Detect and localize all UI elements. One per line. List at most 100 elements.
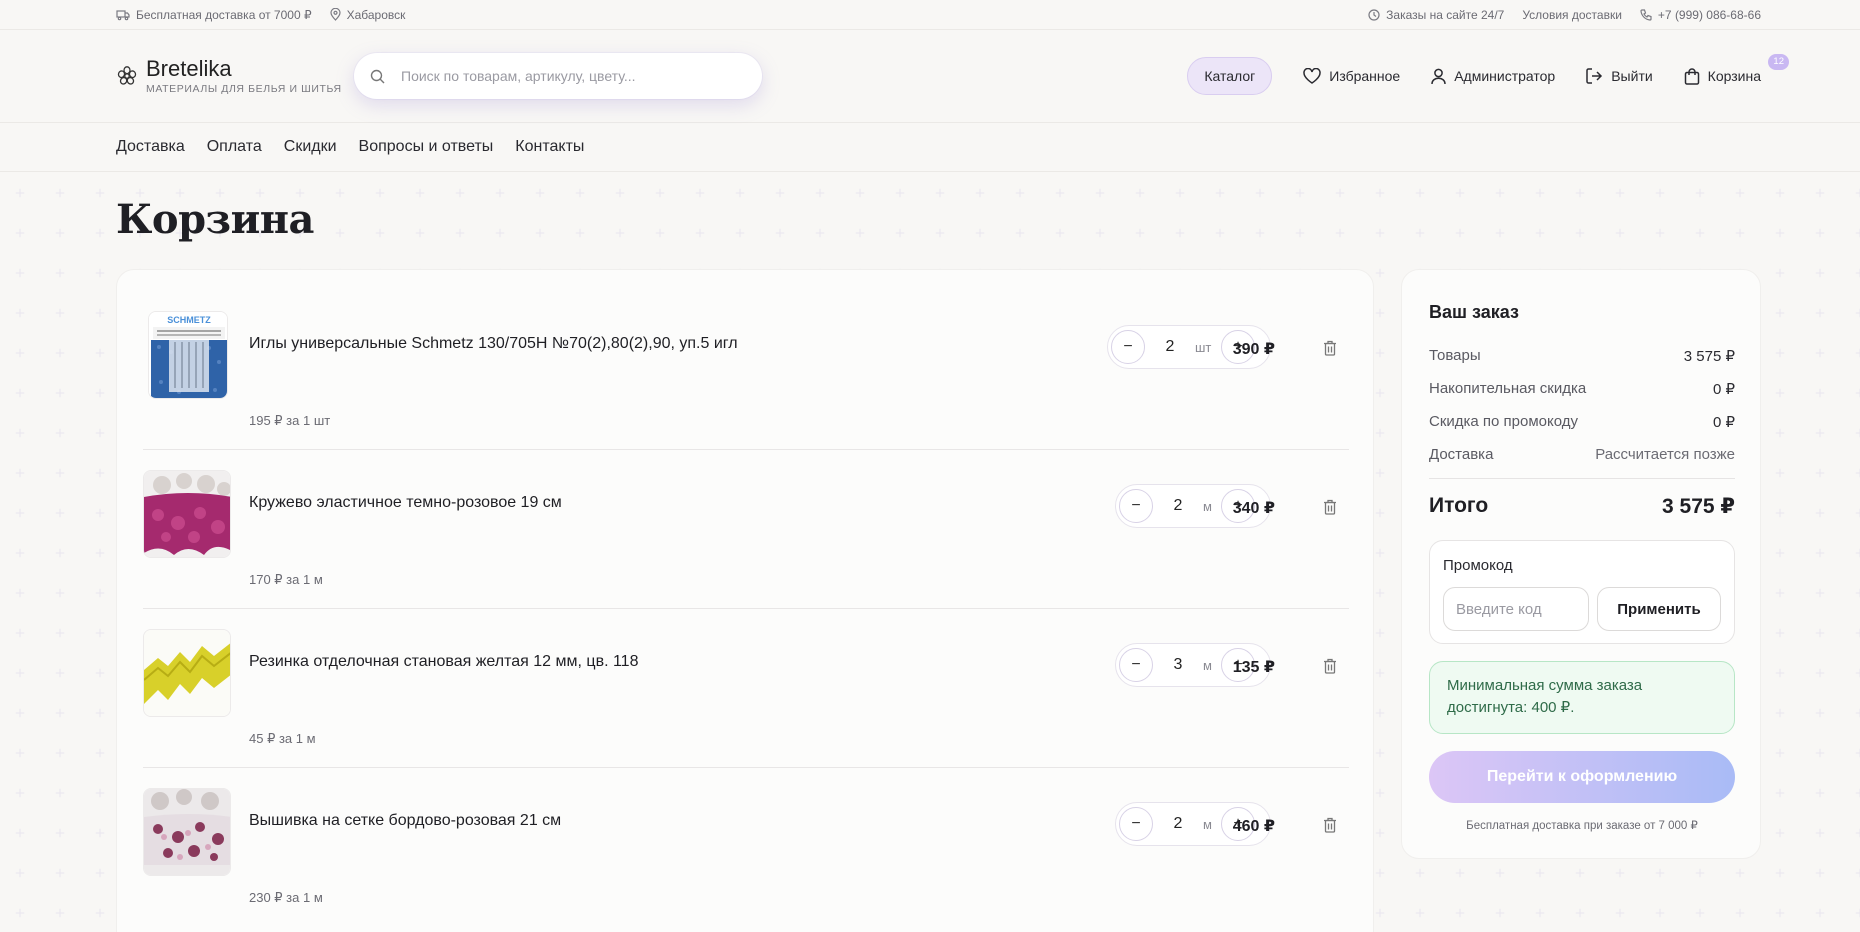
logout-link[interactable]: Выйти bbox=[1586, 68, 1653, 84]
decrease-button[interactable]: − bbox=[1119, 807, 1153, 841]
thumb-brand-text: SCHMETZ bbox=[167, 315, 211, 325]
menu-item-discounts[interactable]: Скидки bbox=[284, 138, 337, 156]
promo-box: Промокод Применить bbox=[1429, 540, 1735, 644]
cart-link[interactable]: Корзина 12 bbox=[1684, 53, 1789, 85]
logout-label: Выйти bbox=[1611, 68, 1653, 84]
free-shipping-info: Бесплатная доставка от 7000 ₽ bbox=[116, 8, 312, 22]
quantity-value[interactable]: 3 bbox=[1153, 656, 1203, 674]
free-delivery-note: Бесплатная доставка при заказе от 7 000 … bbox=[1466, 820, 1698, 832]
menu-item-faq[interactable]: Вопросы и ответы bbox=[359, 138, 494, 156]
quantity-unit: м bbox=[1203, 498, 1212, 514]
cart-item: Вышивка на сетке бордово-розовая 21 см 2… bbox=[143, 768, 1349, 927]
user-icon bbox=[1431, 68, 1446, 85]
brand-tagline: МАТЕРИАЛЫ ДЛЯ БЕЛЬЯ И ШИТЬЯ bbox=[146, 83, 342, 95]
free-shipping-text: Бесплатная доставка от 7000 ₽ bbox=[136, 7, 312, 22]
cart-label: Корзина bbox=[1707, 68, 1761, 84]
catalog-button[interactable]: Каталог bbox=[1187, 57, 1273, 95]
main-menu: Доставка Оплата Скидки Вопросы и ответы … bbox=[0, 123, 1860, 172]
total-value: 3 575 ₽ bbox=[1662, 495, 1735, 518]
cart-count-badge: 12 bbox=[1768, 53, 1789, 70]
promo-code-input[interactable] bbox=[1443, 587, 1589, 631]
delivery-terms-link[interactable]: Условия доставки bbox=[1522, 8, 1622, 22]
flower-icon bbox=[116, 65, 138, 87]
unit-price: 45 ₽ за 1 м bbox=[249, 731, 316, 746]
heart-icon bbox=[1303, 68, 1321, 84]
menu-item-payment[interactable]: Оплата bbox=[207, 138, 262, 156]
unit-price: 170 ₽ за 1 м bbox=[249, 572, 323, 587]
line-total: 340 ₽ bbox=[1232, 500, 1275, 517]
summary-divider bbox=[1429, 478, 1735, 479]
summary-title: Ваш заказ bbox=[1429, 302, 1519, 322]
product-image-needles[interactable]: SCHMETZ bbox=[148, 311, 228, 399]
min-order-notice: Минимальная сумма заказа достигнута: 400… bbox=[1429, 661, 1735, 734]
trash-icon[interactable] bbox=[1323, 817, 1337, 833]
admin-link[interactable]: Администратор bbox=[1431, 68, 1555, 85]
summary-row-promo-discount: Скидка по промокоду 0 ₽ bbox=[1429, 413, 1735, 431]
line-total: 135 ₽ bbox=[1232, 659, 1275, 676]
decrease-button[interactable]: − bbox=[1119, 489, 1153, 523]
checkout-button[interactable]: Перейти к оформлению bbox=[1429, 751, 1735, 803]
product-name[interactable]: Резинка отделочная становая желтая 12 мм… bbox=[249, 653, 638, 671]
city-selector[interactable]: Хабаровск bbox=[330, 7, 406, 22]
admin-label: Администратор bbox=[1454, 68, 1556, 84]
brand-name: Bretelika bbox=[146, 56, 232, 81]
decrease-button[interactable]: − bbox=[1111, 330, 1145, 364]
search-box[interactable] bbox=[354, 53, 762, 99]
favorites-link[interactable]: Избранное bbox=[1303, 68, 1400, 84]
search-icon bbox=[370, 69, 385, 84]
summary-value: 3 575 ₽ bbox=[1683, 348, 1735, 365]
summary-row-delivery: Доставка Рассчитается позже bbox=[1429, 446, 1735, 463]
phone-link[interactable]: +7 (999) 086-68-66 bbox=[1640, 8, 1761, 22]
quantity-unit: м bbox=[1203, 816, 1212, 832]
truck-icon bbox=[116, 9, 130, 21]
summary-label: Товары bbox=[1429, 347, 1481, 364]
summary-value: Рассчитается позже bbox=[1595, 446, 1735, 463]
summary-label: Скидка по промокоду bbox=[1429, 413, 1579, 430]
phone-text: +7 (999) 086-68-66 bbox=[1657, 7, 1761, 22]
total-label: Итого bbox=[1429, 494, 1489, 517]
quantity-value[interactable]: 2 bbox=[1153, 815, 1203, 833]
product-image-lace[interactable] bbox=[143, 470, 231, 558]
cart-item: Кружево эластичное темно-розовое 19 см 1… bbox=[143, 450, 1349, 609]
site-header: Bretelika МАТЕРИАЛЫ ДЛЯ БЕЛЬЯ И ШИТЬЯ Ка… bbox=[0, 30, 1860, 123]
clock-icon bbox=[1368, 8, 1380, 21]
summary-total: Итого 3 575 ₽ bbox=[1429, 494, 1735, 519]
quantity-unit: шт bbox=[1195, 339, 1212, 355]
summary-label: Доставка bbox=[1429, 446, 1494, 463]
product-image-embroidery[interactable] bbox=[143, 788, 231, 876]
cart-item: SCHMETZ Иглы универсальные Schmetz 130/7… bbox=[143, 291, 1349, 450]
orders-info: Заказы на сайте 24/7 bbox=[1368, 8, 1504, 22]
product-name[interactable]: Иглы универсальные Schmetz 130/705H №70(… bbox=[249, 335, 738, 353]
unit-price: 230 ₽ за 1 м bbox=[249, 890, 323, 905]
location-pin-icon bbox=[330, 8, 341, 21]
line-total: 390 ₽ bbox=[1232, 341, 1275, 358]
cart-items-panel: SCHMETZ Иглы универсальные Schmetz 130/7… bbox=[116, 269, 1374, 932]
summary-label: Накопительная скидка bbox=[1429, 380, 1587, 397]
trash-icon[interactable] bbox=[1323, 658, 1337, 674]
shopping-bag-icon bbox=[1684, 67, 1700, 85]
unit-price: 195 ₽ за 1 шт bbox=[249, 413, 331, 428]
quantity-value[interactable]: 2 bbox=[1153, 497, 1203, 515]
top-bar: Бесплатная доставка от 7000 ₽ Хабаровск … bbox=[0, 0, 1860, 30]
product-name[interactable]: Вышивка на сетке бордово-розовая 21 см bbox=[249, 812, 561, 830]
page-title: Корзина bbox=[116, 196, 314, 243]
product-name[interactable]: Кружево эластичное темно-розовое 19 см bbox=[249, 494, 562, 512]
search-input[interactable] bbox=[401, 68, 746, 84]
cart-item: Резинка отделочная становая желтая 12 мм… bbox=[143, 609, 1349, 768]
summary-row-goods: Товары 3 575 ₽ bbox=[1429, 347, 1735, 365]
menu-item-delivery[interactable]: Доставка bbox=[116, 138, 185, 156]
decrease-button[interactable]: − bbox=[1119, 648, 1153, 682]
quantity-value[interactable]: 2 bbox=[1145, 338, 1195, 356]
quantity-unit: м bbox=[1203, 657, 1212, 673]
order-summary: Ваш заказ Товары 3 575 ₽ Накопительная с… bbox=[1401, 269, 1761, 859]
orders-text: Заказы на сайте 24/7 bbox=[1386, 7, 1505, 22]
menu-item-contacts[interactable]: Контакты bbox=[515, 138, 584, 156]
city-text: Хабаровск bbox=[346, 7, 406, 22]
line-total: 460 ₽ bbox=[1232, 818, 1275, 835]
trash-icon[interactable] bbox=[1323, 340, 1337, 356]
trash-icon[interactable] bbox=[1323, 499, 1337, 515]
product-image-elastic[interactable] bbox=[143, 629, 231, 717]
apply-promo-button[interactable]: Применить bbox=[1597, 587, 1721, 631]
logo[interactable]: Bretelika МАТЕРИАЛЫ ДЛЯ БЕЛЬЯ И ШИТЬЯ bbox=[116, 57, 354, 95]
favorites-label: Избранное bbox=[1329, 68, 1401, 84]
